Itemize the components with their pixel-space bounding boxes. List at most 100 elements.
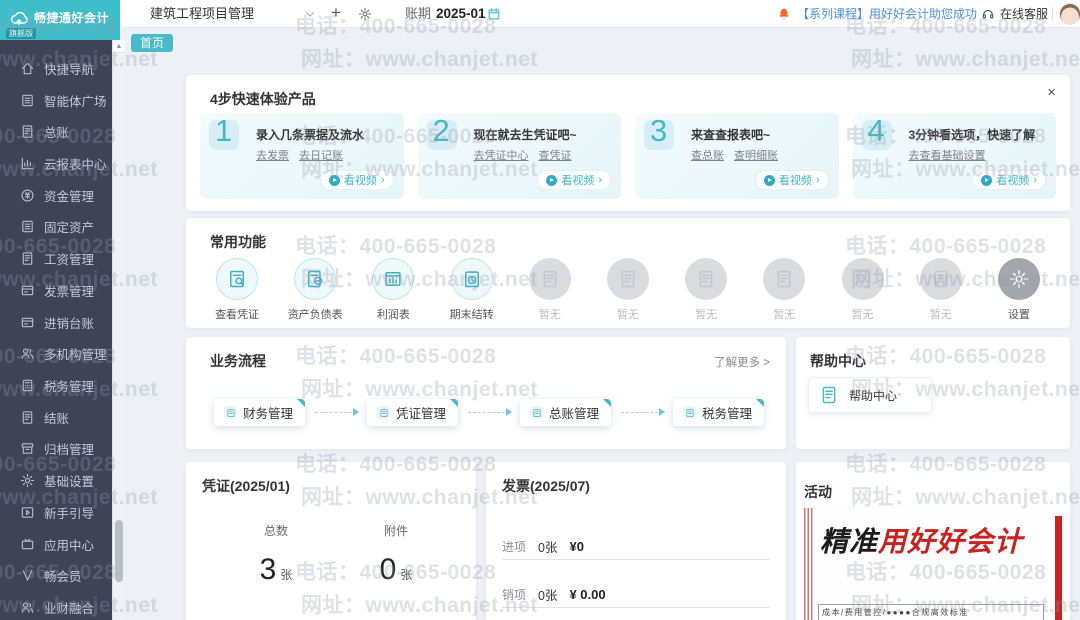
play-icon	[328, 174, 340, 186]
closing-icon	[20, 410, 35, 425]
sidebar-scrollbar-track[interactable]: ▲	[112, 40, 125, 620]
sidebar-item-agent-plaza[interactable]: 智能体广场	[0, 86, 112, 114]
common-functions-row: 查看凭证 资产负债表 利润表 期末结转 暂无 暂无 暂无 暂无 暂无 暂无 设置	[204, 258, 1052, 322]
logo-title: 畅捷通好会计	[34, 11, 110, 25]
app-logo[interactable]: 畅捷通好会计 旗舰版	[0, 0, 120, 40]
cf-empty-slot: 暂无	[595, 258, 661, 322]
account-settings-icon[interactable]	[358, 7, 372, 21]
account-switcher[interactable]: 建筑工程项目管理	[150, 0, 254, 28]
activity-banner[interactable]: 精准用好好会计 成本/费用管控/●●●●合规高效标准	[804, 508, 1062, 620]
sidebar-item-funds[interactable]: 资金管理	[0, 181, 112, 209]
sidebar-item-member[interactable]: 畅会员	[0, 561, 112, 589]
help-entry-label: 帮助中心	[849, 388, 898, 403]
link-voucher-center[interactable]: 去凭证中心	[474, 147, 529, 163]
sidebar-item-label: 进销台账	[44, 316, 95, 331]
sidebar-item-basic-settings[interactable]: 基础设置	[0, 466, 112, 494]
stat-label: 附件	[383, 524, 408, 538]
scroll-up-arrow[interactable]: ▲	[113, 40, 125, 53]
sidebar-item-label: 工资管理	[44, 252, 95, 267]
sidebar-item-invoice[interactable]: 发票管理	[0, 276, 112, 304]
sidebar-scrollbar-thumb[interactable]	[115, 520, 123, 582]
invoice-input-row: 进项 0张 ¥0	[502, 534, 770, 560]
workflow-node-finance[interactable]: 财务管理	[214, 399, 306, 426]
calendar-icon[interactable]	[487, 7, 501, 21]
sidebar-item-cloud-reports[interactable]: 云报表中心	[0, 149, 112, 177]
workflow-node-tax[interactable]: 税务管理	[673, 399, 765, 426]
cf-view-voucher[interactable]: 查看凭证	[204, 258, 270, 322]
sidebar-item-tax[interactable]: 税务管理	[0, 371, 112, 399]
sidebar-item-closing[interactable]: 结账	[0, 403, 112, 431]
app-root: 建筑工程项目管理 + 账期 2025-01 【系列课程】用好好会计助您成功 在线…	[0, 0, 1080, 620]
online-support-link[interactable]: 在线客服	[1000, 0, 1048, 28]
salary-icon	[20, 251, 35, 266]
step-number: 1	[215, 113, 233, 148]
user-avatar[interactable]	[1059, 3, 1080, 25]
watch-video-button[interactable]: 看视频 ›	[319, 170, 394, 190]
corner-fold	[450, 399, 459, 407]
watch-video-button[interactable]: 看视频 ›	[972, 170, 1046, 190]
learn-more-link[interactable]: 了解更多 >	[714, 354, 770, 370]
corner-fold	[603, 399, 612, 407]
invoice-icon	[20, 283, 35, 298]
sidebar-item-label: 资金管理	[44, 189, 95, 204]
voucher-attachments: 附件 0张	[336, 522, 456, 587]
cf-income-statement[interactable]: 利润表	[360, 258, 426, 322]
row-count: 0张	[538, 541, 558, 555]
main-content: 首页 4步快速体验产品 × 1 录入几条票据及流水 去发票 去日记账 看视频 › 2…	[124, 28, 1080, 620]
voucher-card-title: 凭证(2025/01)	[202, 478, 290, 494]
sidebar-item-archive[interactable]: 归档管理	[0, 434, 112, 462]
workflow-node-ledger[interactable]: 总账管理	[520, 399, 612, 426]
sidebar-item-payroll[interactable]: 工资管理	[0, 244, 112, 272]
watch-video-button[interactable]: 看视频 ›	[754, 170, 829, 190]
notification-bell-icon[interactable]	[777, 7, 791, 21]
cf-empty-slot: 暂无	[673, 258, 739, 322]
archive-icon	[20, 441, 35, 456]
quickstart-steps: 1 录入几条票据及流水 去发票 去日记账 看视频 › 2 现在就去生凭证吧~ 去凭证…	[200, 113, 1056, 199]
close-icon[interactable]: ×	[1047, 85, 1056, 100]
add-account-button[interactable]: +	[331, 0, 341, 28]
watch-video-button[interactable]: 看视频 ›	[537, 170, 611, 190]
asset-icon	[20, 219, 35, 234]
empty-slot-icon	[618, 269, 638, 289]
tab-home[interactable]: 首页	[131, 34, 174, 52]
sidebar-item-purchase-sales-ledger[interactable]: 进销台账	[0, 308, 112, 336]
link-detail-ledger[interactable]: 查明细账	[734, 147, 778, 163]
topbar-divider	[1052, 7, 1053, 21]
notice-link[interactable]: 【系列课程】用好好会计助您成功	[797, 0, 977, 28]
sidebar: 快捷导航 智能体广场 总账 云报表中心 资金管理 固定资产 工资管理 发票管理 …	[0, 40, 112, 620]
sidebar-item-quick-nav[interactable]: 快捷导航	[0, 54, 112, 82]
help-center-title: 帮助中心	[810, 353, 866, 369]
period-value[interactable]: 2025-01	[436, 0, 486, 28]
home-icon	[20, 61, 35, 76]
headset-icon[interactable]	[981, 7, 995, 21]
banner-stripe-decoration	[804, 508, 814, 620]
cf-balance-sheet[interactable]: 资产负债表	[282, 258, 348, 322]
workflow-node-voucher[interactable]: 凭证管理	[367, 399, 459, 426]
help-doc-icon	[819, 385, 839, 405]
cf-empty-slot: 暂无	[830, 258, 896, 322]
empty-slot-icon	[774, 269, 794, 289]
period-label: 账期	[405, 6, 432, 21]
link-go-invoice[interactable]: 去发票	[256, 147, 289, 163]
guide-icon	[20, 505, 35, 520]
link-view-voucher[interactable]: 查凭证	[539, 147, 572, 163]
cf-settings[interactable]: 设置	[986, 258, 1052, 322]
sidebar-item-business-finance[interactable]: 业财融合	[0, 593, 112, 620]
link-go-journal[interactable]: 去日记账	[299, 147, 343, 163]
sidebar-item-fixed-assets[interactable]: 固定资产	[0, 212, 112, 240]
sidebar-item-general-ledger[interactable]: 总账	[0, 117, 112, 145]
step-title: 录入几条票据及流水	[256, 128, 365, 142]
money-icon	[20, 188, 35, 203]
cf-period-end[interactable]: 期末结转	[439, 258, 505, 322]
link-general-ledger[interactable]: 查总账	[691, 147, 724, 163]
link-basic-settings[interactable]: 去查看基础设置	[909, 147, 986, 163]
sidebar-item-label: 归档管理	[44, 442, 95, 457]
sidebar-item-multi-org[interactable]: 多机构管理	[0, 339, 112, 367]
gear-icon	[20, 473, 35, 488]
help-center-entry[interactable]: 帮助中心	[808, 377, 932, 413]
empty-slot-icon	[853, 269, 873, 289]
sidebar-item-beginner-guide[interactable]: 新手引导	[0, 498, 112, 526]
sidebar-item-app-center[interactable]: 应用中心	[0, 530, 112, 558]
top-bar: 建筑工程项目管理 + 账期 2025-01 【系列课程】用好好会计助您成功 在线…	[0, 0, 1080, 28]
chevron-down-icon[interactable]	[303, 7, 317, 21]
